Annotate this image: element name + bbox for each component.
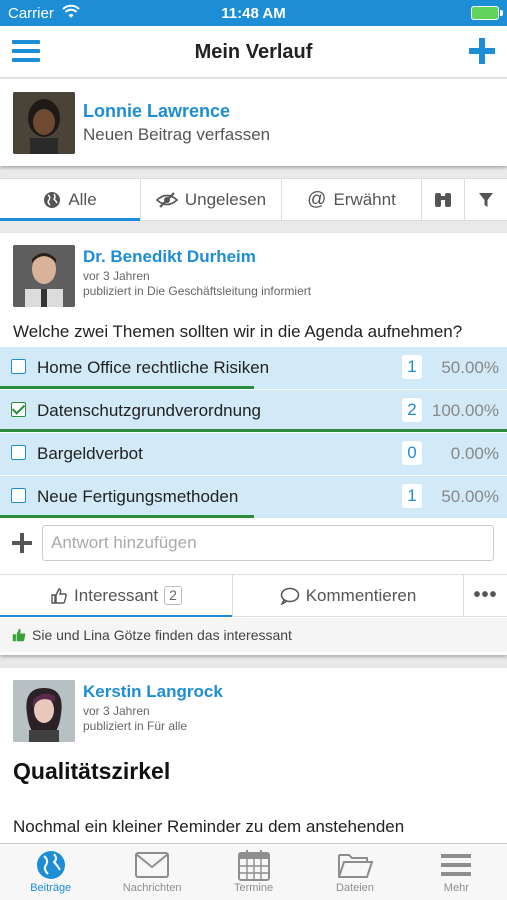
filter-label: Alle [68, 189, 97, 209]
filter-icon [478, 192, 494, 208]
filter-bar: Alle Ungelesen @ Erwähnt [0, 178, 507, 221]
comment-icon [280, 587, 300, 605]
tab-label: Nachrichten [122, 882, 182, 894]
poll-option-label: Neue Fertigungsmethoden [37, 487, 239, 506]
comment-label: Kommentieren [305, 585, 417, 605]
post-card: Kerstin Langrock vor 3 Jahren publiziert… [0, 668, 507, 843]
tab-label: Mehr [443, 882, 469, 894]
avatar[interactable] [13, 680, 75, 742]
at-icon: @ [307, 188, 327, 210]
folder-icon [337, 848, 373, 882]
tab-label: Termine [233, 882, 274, 894]
tab-label: Beiträge [30, 882, 72, 894]
poll-option-label: Datenschutzgrundverordnung [37, 401, 261, 420]
filter-button[interactable] [465, 179, 507, 220]
poll-option[interactable]: Home Office rechtliche Risiken 1 50.00% [0, 347, 507, 389]
post-published-in: publiziert in Die Geschäftsleitung infor… [83, 284, 312, 298]
tab-label: Dateien [335, 882, 374, 894]
binoculars-button[interactable] [422, 179, 465, 220]
poll-result-bar [0, 386, 254, 389]
globe-icon [43, 191, 61, 209]
like-label: Interessant [74, 585, 159, 605]
plus-icon[interactable] [12, 533, 32, 553]
avatar [13, 92, 75, 154]
calendar-icon [237, 848, 270, 882]
post-actions: Interessant 2 Kommentieren ••• [0, 574, 507, 617]
menu-icon [441, 848, 472, 882]
poll-option[interactable]: Bargeldverbot 0 0.00% [0, 433, 507, 475]
post-body: Nochmal ein kleiner Reminder zu dem anst… [13, 817, 405, 836]
post-timestamp: vor 3 Jahren [83, 704, 150, 718]
tab-bar: Beiträge Nachrichten Termine Dateien Meh… [0, 843, 507, 900]
poll-vote-count[interactable]: 1 [402, 484, 422, 508]
clock: 11:48 AM [221, 5, 286, 22]
eye-slash-icon [155, 191, 178, 209]
poll-checkbox[interactable] [11, 488, 26, 503]
poll-percentage: 50.00% [441, 358, 499, 377]
add-answer-row [0, 523, 507, 567]
post-author[interactable]: Kerstin Langrock [83, 682, 223, 702]
poll-option-label: Home Office rechtliche Risiken [37, 358, 270, 377]
composer-prompt[interactable]: Neuen Beitrag verfassen [83, 125, 270, 145]
page-title: Mein Verlauf [194, 41, 313, 63]
filter-tab-alle[interactable]: Alle [0, 179, 141, 221]
tab-mehr[interactable]: Mehr [406, 844, 507, 900]
poll-checkbox[interactable] [11, 359, 26, 374]
status-bar: Carrier 11:48 AM [0, 0, 507, 26]
binoculars-icon [433, 191, 453, 209]
navigation-bar: Mein Verlauf [0, 26, 507, 78]
poll-percentage: 50.00% [441, 487, 499, 506]
post-composer[interactable]: Lonnie Lawrence Neuen Beitrag verfassen [0, 79, 507, 166]
poll-vote-count[interactable]: 1 [402, 355, 422, 379]
post-headline: Qualitätszirkel [13, 758, 171, 784]
battery-icon [471, 6, 503, 20]
thumbs-up-icon [12, 628, 26, 642]
poll-question: Welche zwei Themen sollten wir in die Ag… [13, 322, 463, 341]
ellipsis-icon: ••• [473, 584, 498, 606]
filter-label: Ungelesen [184, 189, 267, 209]
comment-button[interactable]: Kommentieren [233, 575, 464, 616]
poll-vote-count[interactable]: 0 [402, 441, 422, 465]
avatar[interactable] [13, 245, 75, 307]
more-options-button[interactable]: ••• [464, 575, 507, 616]
filter-tab-erwaehnt[interactable]: @ Erwähnt [282, 179, 422, 220]
poll-option[interactable]: Neue Fertigungsmethoden 1 50.00% [0, 476, 507, 518]
poll-result-bar [0, 429, 507, 432]
envelope-icon [135, 848, 170, 882]
poll-option[interactable]: Datenschutzgrundverordnung 2 100.00% [0, 390, 507, 432]
poll-checkbox[interactable] [11, 402, 26, 417]
poll-percentage: 0.00% [450, 444, 499, 463]
likes-summary: Sie und Lina Götze finden das interessan… [0, 618, 507, 652]
thumbs-up-icon [50, 587, 68, 605]
filter-tab-ungelesen[interactable]: Ungelesen [141, 179, 282, 220]
tab-nachrichten[interactable]: Nachrichten [101, 844, 202, 900]
tab-beitraege[interactable]: Beiträge [0, 844, 101, 900]
post-author[interactable]: Dr. Benedikt Durheim [83, 247, 256, 267]
composer-user-name[interactable]: Lonnie Lawrence [83, 101, 230, 122]
globe-icon [36, 848, 66, 882]
tab-dateien[interactable]: Dateien [304, 844, 405, 900]
likes-text[interactable]: Sie und Lina Götze finden das interessan… [32, 627, 292, 643]
post-published-in: publiziert in Für alle [83, 719, 188, 733]
post-card: Dr. Benedikt Durheim vor 3 Jahren publiz… [0, 233, 507, 655]
poll-result-bar [0, 515, 254, 518]
poll-vote-count[interactable]: 2 [402, 398, 422, 422]
tab-termine[interactable]: Termine [203, 844, 304, 900]
post-timestamp: vor 3 Jahren [83, 269, 150, 283]
poll-percentage: 100.00% [431, 401, 499, 420]
like-button[interactable]: Interessant 2 [0, 575, 233, 617]
poll-checkbox[interactable] [11, 445, 26, 460]
filter-label: Erwähnt [333, 189, 396, 209]
add-post-icon[interactable] [469, 38, 495, 64]
like-count-badge: 2 [164, 586, 182, 605]
add-answer-input[interactable] [42, 525, 494, 561]
poll-option-label: Bargeldverbot [37, 444, 143, 463]
